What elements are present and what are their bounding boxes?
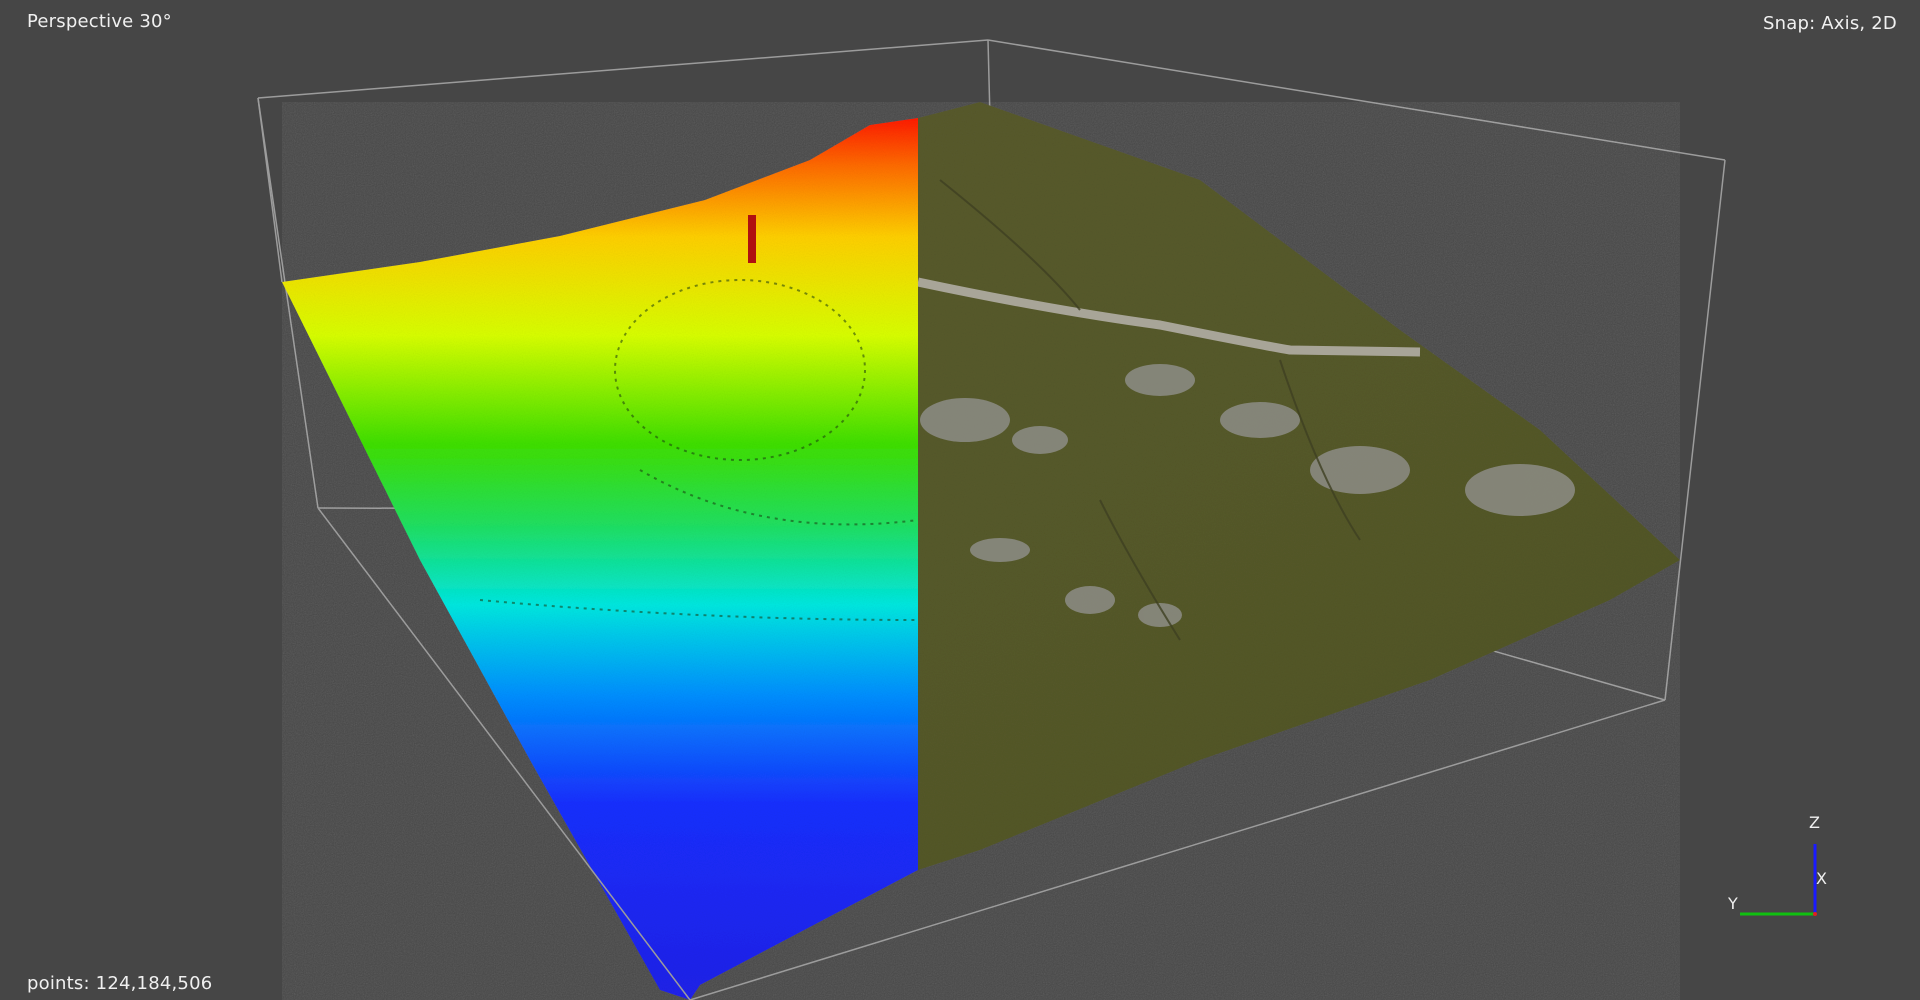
y-axis-label: Y [1727, 894, 1738, 913]
z-axis-label: Z [1809, 813, 1820, 832]
projection-label: Perspective 30° [27, 11, 172, 32]
point-count-label: points: 124,184,506 [27, 973, 213, 994]
x-axis-label: X [1816, 869, 1827, 888]
axis-triad-icon[interactable]: Z X Y [1720, 806, 1840, 926]
3d-viewport[interactable]: Perspective 30° Snap: Axis, 2D points: 1… [0, 0, 1920, 1000]
point-cloud-scene[interactable] [0, 0, 1920, 1000]
x-axis-point [1813, 912, 1817, 916]
snap-mode-label: Snap: Axis, 2D [1763, 13, 1897, 34]
